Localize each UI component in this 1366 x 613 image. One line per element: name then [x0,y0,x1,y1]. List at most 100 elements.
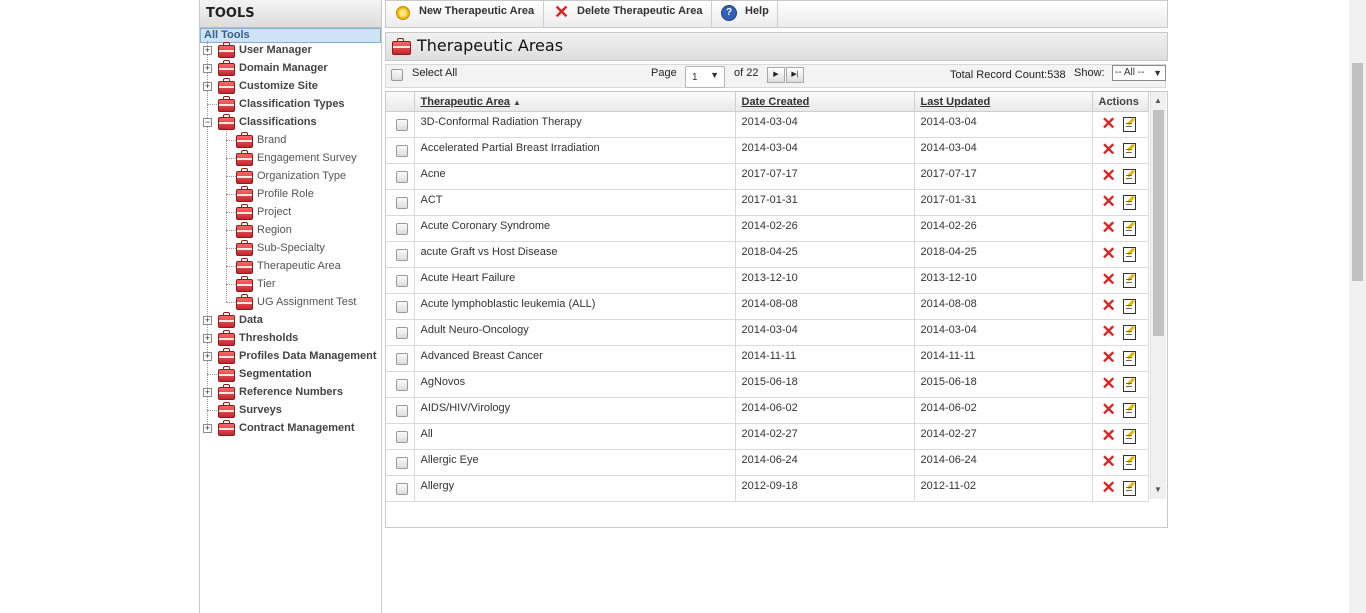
table-row[interactable]: Advanced Breast Cancer 2014-11-11 2014-11-… [386,345,1149,372]
tree-item[interactable]: Profile Role [200,185,381,203]
delete-icon[interactable]: ✕ [1102,115,1116,132]
table-row[interactable]: AgNovos 2015-06-18 2015-06-18 ✕ [386,371,1149,398]
table-row[interactable]: AIDS/HIV/Virology 2014-06-02 2014-06-02 ✕ [386,397,1149,424]
page-select[interactable]: 1 ▼ [685,66,725,88]
delete-icon[interactable]: ✕ [1102,349,1116,366]
row-checkbox[interactable] [396,119,408,131]
tree-item[interactable]: + Thresholds [200,329,381,347]
edit-icon[interactable] [1122,325,1136,340]
table-row[interactable]: 3D-Conformal Radiation Therapy 2014-03-04… [386,111,1149,138]
table-row[interactable]: Acne 2017-07-17 2017-07-17 ✕ [386,163,1149,190]
scroll-down-icon[interactable]: ▼ [1154,485,1162,494]
grid-scrollbar[interactable]: ▲ ▼ [1150,92,1166,499]
table-row[interactable]: All 2014-02-27 2014-02-27 ✕ [386,423,1149,450]
edit-icon[interactable] [1122,481,1136,496]
next-page-button[interactable]: ▶ [767,67,785,83]
header-date-created[interactable]: Date Created [735,92,915,112]
tree-item[interactable]: Project [200,203,381,221]
table-row[interactable]: Allergy 2012-09-18 2012-11-02 ✕ [386,475,1149,502]
tree-item[interactable]: UG Assignment Test [200,293,381,311]
delete-icon[interactable]: ✕ [1102,401,1116,418]
page-scrollbar-thumb[interactable] [1352,63,1363,281]
tree-item[interactable]: Segmentation [200,365,381,383]
row-checkbox[interactable] [396,301,408,313]
row-checkbox[interactable] [396,223,408,235]
edit-icon[interactable] [1122,403,1136,418]
show-select[interactable]: -- All -- ▼ [1112,65,1166,81]
table-row[interactable]: Acute Heart Failure 2013-12-10 2013-12-10 ✕ [386,267,1149,294]
scroll-up-icon[interactable]: ▲ [1154,96,1162,105]
expand-icon[interactable]: + [203,352,212,361]
expand-icon[interactable]: + [203,316,212,325]
table-row[interactable]: acute Graft vs Host Disease 2018-04-25 201… [386,241,1149,268]
tree-item[interactable]: Brand [200,131,381,149]
new-therapeutic-area-button[interactable]: New Therapeutic Area [386,1,544,27]
help-button[interactable]: ? Help [712,1,778,27]
edit-icon[interactable] [1122,377,1136,392]
row-checkbox[interactable] [396,197,408,209]
row-checkbox[interactable] [396,379,408,391]
collapse-icon[interactable]: − [203,118,212,127]
edit-icon[interactable] [1122,169,1136,184]
expand-icon[interactable]: + [203,388,212,397]
tree-item[interactable]: + Customize Site [200,77,381,95]
delete-icon[interactable]: ✕ [1102,427,1116,444]
row-checkbox[interactable] [396,483,408,495]
tree-item[interactable]: Organization Type [200,167,381,185]
edit-icon[interactable] [1122,351,1136,366]
row-checkbox[interactable] [396,457,408,469]
delete-icon[interactable]: ✕ [1102,297,1116,314]
table-row[interactable]: Accelerated Partial Breast Irradiation 20… [386,137,1149,164]
row-checkbox[interactable] [396,249,408,261]
tree-item[interactable]: + User Manager [200,41,381,59]
tree-item[interactable]: Classification Types [200,95,381,113]
expand-icon[interactable]: + [203,82,212,91]
tree-item[interactable]: Region [200,221,381,239]
expand-icon[interactable]: + [203,64,212,73]
tree-item[interactable]: Engagement Survey [200,149,381,167]
delete-therapeutic-area-button[interactable]: ✕ Delete Therapeutic Area [544,1,712,27]
delete-icon[interactable]: ✕ [1102,453,1116,470]
row-checkbox[interactable] [396,171,408,183]
expand-icon[interactable]: + [203,424,212,433]
delete-icon[interactable]: ✕ [1102,167,1116,184]
tree-item[interactable]: + Contract Management [200,419,381,437]
edit-icon[interactable] [1122,247,1136,262]
header-therapeutic-area[interactable]: Therapeutic Area ▲ [414,92,736,112]
table-row[interactable]: ACT 2017-01-31 2017-01-31 ✕ [386,189,1149,216]
edit-icon[interactable] [1122,429,1136,444]
row-checkbox[interactable] [396,405,408,417]
grid-scrollbar-thumb[interactable] [1153,110,1164,336]
edit-icon[interactable] [1122,299,1136,314]
last-page-button[interactable]: ▶| [786,67,804,83]
delete-icon[interactable]: ✕ [1102,375,1116,392]
tree-item[interactable]: + Profiles Data Management [200,347,381,365]
edit-icon[interactable] [1122,195,1136,210]
row-checkbox[interactable] [396,327,408,339]
tree-item[interactable]: + Domain Manager [200,59,381,77]
tree-item[interactable]: + Data [200,311,381,329]
table-row[interactable]: Acute Coronary Syndrome 2014-02-26 2014-02… [386,215,1149,242]
tree-item[interactable]: Sub-Specialty [200,239,381,257]
table-row[interactable]: Acute lymphoblastic leukemia (ALL) 2014-0… [386,293,1149,320]
page-scrollbar[interactable] [1349,0,1366,613]
edit-icon[interactable] [1122,143,1136,158]
row-checkbox[interactable] [396,275,408,287]
edit-icon[interactable] [1122,221,1136,236]
delete-icon[interactable]: ✕ [1102,245,1116,262]
expand-icon[interactable]: + [203,334,212,343]
delete-icon[interactable]: ✕ [1102,141,1116,158]
select-all-checkbox[interactable] [391,69,403,81]
expand-icon[interactable]: + [203,46,212,55]
table-row[interactable]: Adult Neuro-Oncology 2014-03-04 2014-03-04… [386,319,1149,346]
delete-icon[interactable]: ✕ [1102,219,1116,236]
tree-item[interactable]: Therapeutic Area [200,257,381,275]
tree-item[interactable]: − Classifications [200,113,381,131]
tree-item[interactable]: + Reference Numbers [200,383,381,401]
row-checkbox[interactable] [396,353,408,365]
header-last-updated[interactable]: Last Updated [914,92,1093,112]
edit-icon[interactable] [1122,117,1136,132]
delete-icon[interactable]: ✕ [1102,271,1116,288]
tree-item[interactable]: Tier [200,275,381,293]
row-checkbox[interactable] [396,431,408,443]
